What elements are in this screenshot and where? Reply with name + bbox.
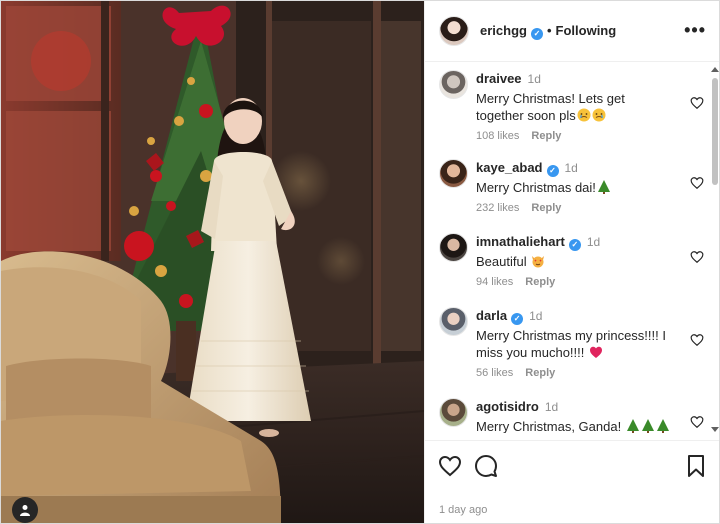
post-timestamp[interactable]: 1 day ago [439,504,487,516]
commenter-username[interactable]: imnathaliehart [476,234,565,249]
commenter-username[interactable]: draivee [476,71,522,86]
comment-text: Merry Christmas, Ganda! [476,418,676,433]
comment-like-count[interactable]: 108 likes [476,130,519,142]
christmas-tree-icon [641,419,654,433]
comment-text: Beautiful [476,253,676,270]
more-options-button[interactable]: ••• [684,21,706,39]
cat-heart-eyes-icon [532,256,545,268]
comment-time[interactable]: 1d [587,235,600,249]
reply-button[interactable]: Reply [525,367,555,379]
commenter-avatar[interactable] [439,307,468,336]
commenter-username[interactable]: darla [476,308,507,323]
reply-button[interactable]: Reply [525,276,555,288]
commenter-username[interactable]: kaye_abad [476,160,543,175]
christmas-tree-icon [597,180,610,194]
author-username[interactable]: erichgg [480,23,527,38]
tag-person-icon [20,505,30,516]
scroll-up-arrow[interactable] [711,67,719,72]
post-photo[interactable] [1,1,424,523]
commenter-username[interactable]: agotisidro [476,399,539,414]
separator-dot: • [546,22,552,38]
heart-icon[interactable] [690,176,704,190]
commenter-avatar[interactable] [439,70,468,99]
comment-time[interactable]: 1d [545,400,558,414]
crying-face-icon [592,108,606,122]
christmas-tree-icon [626,419,639,433]
heart-icon[interactable] [690,250,704,264]
comment-time[interactable]: 1d [528,72,541,86]
crying-face-icon [577,108,591,122]
post-modal: erichgg ✓ • Following ••• draivee 1d Merry C… [0,0,720,524]
red-heart-icon [590,346,602,358]
verified-badge-icon: ✓ [546,165,559,177]
scroll-down-arrow[interactable] [711,427,719,432]
comment-text: Merry Christmas dai! [476,179,676,196]
author-avatar[interactable] [439,16,469,46]
post-actions-bar [425,440,719,492]
heart-icon[interactable] [690,333,704,347]
photo-image [1,1,424,523]
post-header: erichgg ✓ • Following ••• [425,1,719,62]
heart-icon[interactable] [438,454,462,478]
comment-like-count[interactable]: 94 likes [476,276,513,288]
comment-icon[interactable] [474,454,498,478]
scrollbar-thumb[interactable] [712,78,718,185]
commenter-avatar[interactable] [439,398,468,427]
comment-text-body: Merry Christmas, Ganda! [476,419,622,433]
comment-list: draivee 1d Merry Christmas! Lets get toge… [425,62,719,433]
post-side-panel: erichgg ✓ • Following ••• draivee 1d Merry C… [424,1,719,523]
reply-button[interactable]: Reply [531,202,561,214]
commenter-avatar[interactable] [439,159,468,188]
christmas-tree-icon [656,419,669,433]
verified-badge-icon: ✓ [530,27,543,40]
heart-icon[interactable] [690,96,704,110]
comment-text: Merry Christmas! Lets get together soon … [476,90,676,124]
verified-badge-icon: ✓ [568,239,581,251]
tag-person-button[interactable] [12,497,38,523]
bookmark-icon[interactable] [684,454,708,478]
comment-time[interactable]: 1d [529,309,542,323]
comment-time[interactable]: 1d [565,161,578,175]
verified-badge-icon: ✓ [511,313,524,325]
following-button[interactable]: Following [556,23,617,38]
comment-text: Merry Christmas my princess!!!! I miss y… [476,327,676,361]
heart-icon[interactable] [690,415,704,429]
author-line: erichgg ✓ • Following [480,23,616,40]
comment-text-body: Beautiful [476,254,527,269]
reply-button[interactable]: Reply [531,130,561,142]
comment-text-body: Merry Christmas dai! [476,180,596,195]
comment-text-body: Merry Christmas my princess!!!! I miss y… [476,328,666,360]
comment-like-count[interactable]: 232 likes [476,202,519,214]
commenter-avatar[interactable] [439,233,468,262]
comment-like-count[interactable]: 56 likes [476,367,513,379]
